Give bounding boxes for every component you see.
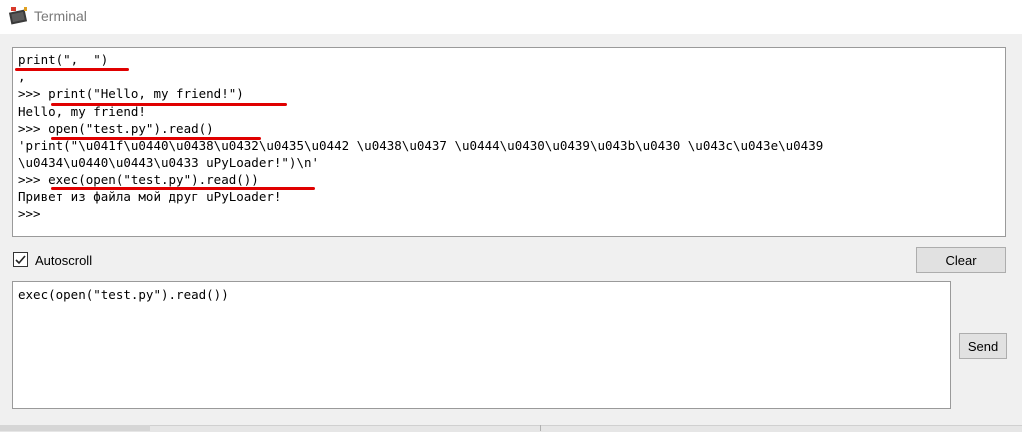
output-line: , [18, 69, 26, 84]
title-bar: Terminal [0, 0, 1022, 34]
output-line: \u0434\u0440\u0443\u0433 uPyLoader!")\n' [18, 155, 320, 170]
autoscroll-checkbox[interactable] [13, 252, 28, 267]
clear-button[interactable]: Clear [916, 247, 1006, 273]
checkmark-icon [15, 255, 26, 265]
highlight-underline [51, 103, 287, 106]
output-line: Hello, my friend! [18, 104, 146, 119]
status-segment [0, 425, 150, 431]
output-line: print(", ") [18, 52, 109, 67]
terminal-app-icon [8, 7, 28, 25]
status-divider [540, 425, 541, 431]
output-line: >>> exec(open("test.py").read()) [18, 172, 259, 187]
output-line: >>> [18, 206, 41, 221]
highlight-underline [51, 187, 315, 190]
highlight-underline [51, 137, 261, 140]
command-input[interactable]: exec(open("test.py").read()) [12, 281, 951, 409]
command-input-value: exec(open("test.py").read()) [18, 287, 229, 302]
output-line: >>> print("Hello, my friend!") [18, 86, 244, 101]
output-line: >>> open("test.py").read() [18, 121, 214, 136]
terminal-output[interactable]: print(", ") , >>> print("Hello, my frien… [12, 47, 1006, 237]
output-line: Привет из файла мой друг uPyLoader! [18, 189, 282, 204]
window-title: Terminal [34, 8, 87, 24]
highlight-underline [15, 68, 129, 71]
send-button[interactable]: Send [959, 333, 1007, 359]
output-line: 'print("\u041f\u0440\u0438\u0432\u0435\u… [18, 138, 824, 153]
autoscroll-label: Autoscroll [35, 253, 93, 268]
